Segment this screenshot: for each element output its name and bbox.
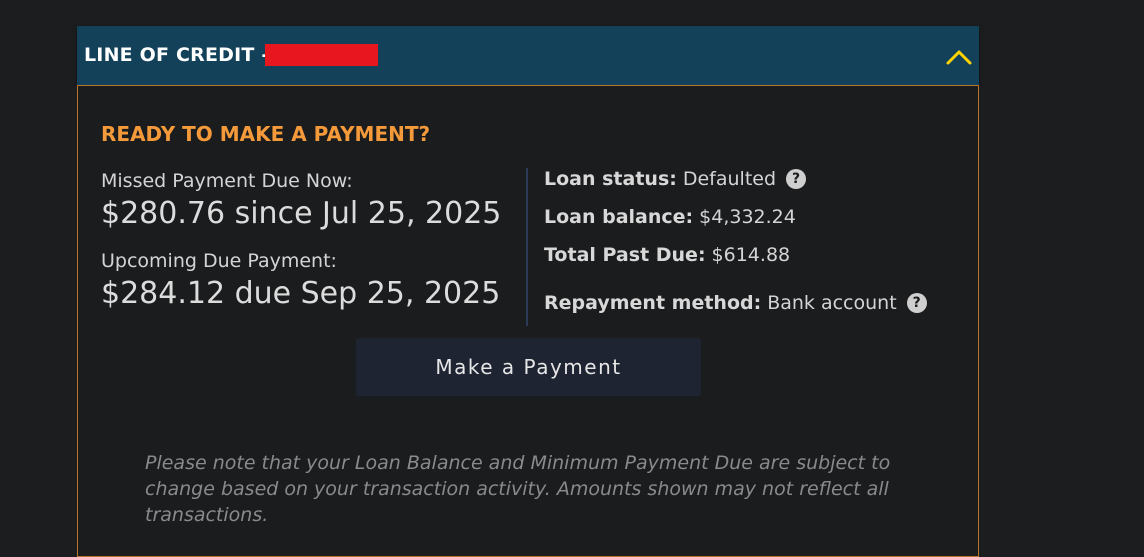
make-payment-button[interactable]: Make a Payment	[356, 338, 701, 396]
repayment-method-label: Repayment method:	[544, 292, 762, 314]
loan-status-value: Defaulted	[682, 168, 777, 190]
column-divider	[526, 168, 528, 326]
missed-payment-label: Missed Payment Due Now:	[101, 170, 353, 192]
loan-status-label: Loan status:	[544, 168, 677, 190]
redacted-account-number	[265, 44, 378, 66]
line-of-credit-panel: LINE OF CREDIT - READY TO MAKE A PAYMENT…	[77, 26, 979, 557]
total-past-due-label: Total Past Due:	[544, 244, 706, 266]
help-icon[interactable]: ?	[906, 293, 927, 313]
help-icon[interactable]: ?	[786, 169, 807, 189]
total-past-due-value: $614.88	[711, 244, 791, 266]
chevron-up-icon[interactable]	[945, 47, 973, 67]
loan-status-row: Loan status: Defaulted ?	[544, 168, 807, 190]
panel-title: LINE OF CREDIT -	[84, 44, 270, 66]
upcoming-payment-amount: $284.12 due Sep 25, 2025	[101, 276, 501, 311]
panel-header[interactable]: LINE OF CREDIT -	[77, 26, 979, 85]
upcoming-payment-label: Upcoming Due Payment:	[101, 250, 337, 272]
loan-balance-label: Loan balance:	[544, 206, 694, 228]
panel-body: READY TO MAKE A PAYMENT? Missed Payment …	[77, 85, 979, 557]
repayment-method-row: Repayment method: Bank account ?	[544, 292, 927, 314]
total-past-due-row: Total Past Due: $614.88	[544, 244, 790, 266]
missed-payment-amount: $280.76 since Jul 25, 2025	[101, 196, 502, 231]
repayment-method-value: Bank account	[767, 292, 897, 314]
ready-to-pay-heading: READY TO MAKE A PAYMENT?	[101, 122, 431, 146]
loan-balance-value: $4,332.24	[699, 206, 796, 228]
loan-balance-row: Loan balance: $4,332.24	[544, 206, 796, 228]
disclaimer-note: Please note that your Loan Balance and M…	[145, 452, 891, 526]
